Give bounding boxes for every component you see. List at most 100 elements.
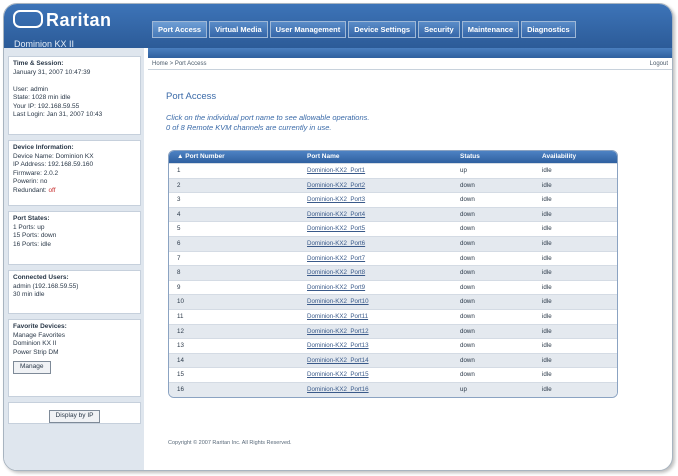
column-header-availability[interactable]: Availability	[538, 151, 617, 163]
port-name-link[interactable]: Dominion-KX2_Port13	[301, 339, 456, 353]
tab-security[interactable]: Security	[418, 21, 460, 38]
panel-heading: Connected Users:	[13, 274, 69, 281]
status-cell: down	[460, 356, 475, 364]
availability-cell: idle	[542, 196, 552, 204]
redundant-status: Redundant: off	[13, 187, 136, 196]
port-number-cell: 6	[177, 239, 181, 247]
panel-line: Power Strip DM	[13, 348, 59, 356]
port-name-link[interactable]: Dominion-KX2_Port2	[301, 179, 456, 193]
redundant-label: Redundant:	[13, 186, 47, 194]
panel-line: 15 Ports: down	[13, 232, 57, 239]
instruction-line: 0 of 8 Remote KVM channels are currently…	[166, 123, 332, 132]
port-name-link[interactable]: Dominion-KX2_Port11	[301, 310, 456, 324]
port-name-link[interactable]: Dominion-KX2_Port6	[301, 237, 456, 251]
table-row: 12 Dominion-KX2_Port12 down idle	[169, 323, 617, 339]
panel-line: 30 min idle	[13, 291, 45, 298]
table-row: 5 Dominion-KX2_Port5 down idle	[169, 221, 617, 236]
availability-cell: idle	[542, 225, 552, 233]
column-header-status[interactable]: Status	[456, 151, 538, 163]
port-name-link[interactable]: Dominion-KX2_Port1	[301, 164, 456, 178]
sidebar: Time & Session: January 31, 2007 10:47:39…	[4, 48, 144, 470]
port-name-link[interactable]: Dominion-KX2_Port5	[301, 222, 456, 236]
status-cell: up	[460, 385, 467, 393]
port-name-link[interactable]: Dominion-KX2_Port4	[301, 208, 456, 222]
port-number-cell: 5	[177, 225, 181, 233]
port-number-cell: 16	[177, 385, 184, 393]
tab-port-access[interactable]: Port Access	[152, 21, 208, 38]
copyright-footer: Copyright © 2007 Raritan Inc. All Rights…	[168, 440, 292, 446]
manage-favorites-button[interactable]: Manage	[13, 361, 51, 374]
panel-line: State: 1028 min idle	[13, 94, 71, 101]
port-name-link[interactable]: Dominion-KX2_Port8	[301, 266, 456, 280]
panel-line: User: admin	[13, 85, 49, 93]
table-row: 3 Dominion-KX2_Port3 down idle	[169, 192, 617, 207]
status-cell: down	[460, 371, 475, 379]
port-number-cell: 4	[177, 210, 181, 218]
display-by-ip-button[interactable]: Display by IP	[48, 410, 101, 423]
redundant-value: off	[48, 186, 56, 194]
port-name-link[interactable]: Dominion-KX2_Port7	[301, 252, 456, 266]
panel-line: admin (192.168.59.55)	[13, 282, 79, 290]
device-info-panel: Device Information: Device Name: Dominion…	[8, 140, 141, 206]
table-row: 8 Dominion-KX2_Port8 down idle	[169, 265, 617, 280]
favorite-devices-panel: Favorite Devices: Manage Favorites Dominio…	[8, 319, 141, 397]
status-cell: down	[460, 298, 475, 306]
port-number-cell: 2	[177, 181, 181, 189]
page-title: Port Access	[166, 91, 217, 102]
port-number-cell: 14	[177, 356, 184, 364]
tab-diagnostics[interactable]: Diagnostics	[521, 21, 576, 38]
status-cell: down	[460, 312, 475, 320]
table-body: 1 Dominion-KX2_Port1 up idle 2 Dominion-KX2_P…	[169, 163, 617, 397]
table-row: 11 Dominion-KX2_Port11 down idle	[169, 308, 617, 324]
port-states-panel: Port States: 1 Ports: up 15 Ports: down 16 …	[8, 211, 141, 265]
port-name-link[interactable]: Dominion-KX2_Port14	[301, 354, 456, 368]
panel-line: Manage Favorites	[13, 331, 66, 339]
port-name-link[interactable]: Dominion-KX2_Port10	[301, 295, 456, 309]
availability-cell: idle	[542, 269, 552, 277]
table-row: 2 Dominion-KX2_Port2 down idle	[169, 177, 617, 193]
port-name-link[interactable]: Dominion-KX2_Port3	[301, 193, 456, 207]
table-row: 15 Dominion-KX2_Port15 down idle	[169, 367, 617, 382]
port-name-link[interactable]: Dominion-KX2_Port9	[301, 281, 456, 295]
table-row: 1 Dominion-KX2_Port1 up idle	[169, 163, 617, 178]
header-bar: Raritan Dominion KX II Port Access Virtua…	[4, 4, 672, 49]
panel-line: Firmware: 2.0.2	[13, 169, 59, 177]
panel-line: 16 Ports: idle	[13, 240, 51, 248]
panel-heading: Port States:	[13, 215, 50, 222]
port-number-cell: 10	[177, 298, 184, 306]
table-row: 9 Dominion-KX2_Port9 down idle	[169, 279, 617, 295]
panel-line: 1 Ports: up	[13, 223, 45, 231]
tab-virtual-media[interactable]: Virtual Media	[209, 21, 268, 38]
table-row: 13 Dominion-KX2_Port13 down idle	[169, 338, 617, 353]
availability-cell: idle	[542, 298, 552, 306]
column-header-port-name[interactable]: Port Name	[301, 151, 456, 163]
port-number-cell: 9	[177, 283, 181, 291]
port-number-cell: 3	[177, 196, 181, 204]
logo-text: Raritan	[46, 10, 112, 30]
tab-user-management[interactable]: User Management	[269, 21, 347, 38]
display-by-ip-panel: Display by IP	[8, 402, 141, 424]
port-name-link[interactable]: Dominion-KX2_Port15	[301, 368, 456, 382]
port-name-link[interactable]: Dominion-KX2_Port12	[301, 325, 456, 339]
port-number-cell: 8	[177, 269, 181, 277]
tab-device-settings[interactable]: Device Settings	[348, 21, 417, 38]
table-row: 4 Dominion-KX2_Port4 down idle	[169, 206, 617, 222]
status-cell: down	[460, 225, 475, 233]
port-number-cell: 12	[177, 327, 184, 335]
panel-line	[13, 77, 136, 86]
availability-cell: idle	[542, 254, 552, 262]
instructions: Click on the individual port name to see…	[166, 113, 369, 133]
port-number-cell: 15	[177, 371, 184, 379]
breadcrumb[interactable]: Home > Port Access	[152, 61, 207, 67]
table-row: 16 Dominion-KX2_Port16 up idle	[169, 381, 617, 397]
port-name-link[interactable]: Dominion-KX2_Port16	[301, 383, 456, 397]
availability-cell: idle	[542, 371, 552, 379]
panel-heading: Favorite Devices:	[13, 323, 67, 330]
port-number-cell: 13	[177, 342, 184, 350]
tab-maintenance[interactable]: Maintenance	[461, 21, 520, 38]
panel-line: Your IP: 192.168.59.55	[13, 102, 80, 110]
availability-cell: idle	[542, 356, 552, 364]
logout-link[interactable]: Logout	[650, 61, 668, 67]
port-number-cell: 7	[177, 254, 181, 262]
column-header-port-number[interactable]: ▲ Port Number	[169, 151, 301, 163]
